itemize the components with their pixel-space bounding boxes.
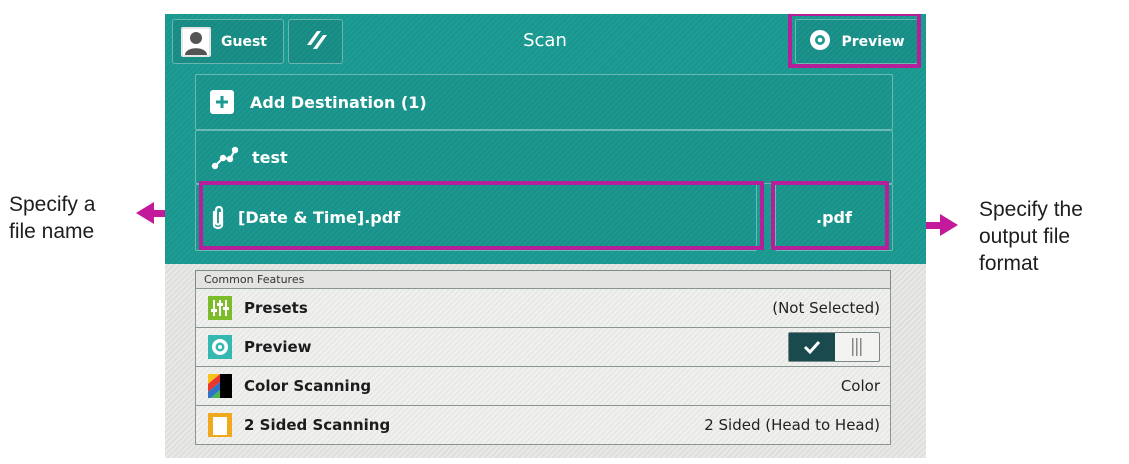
color-scanning-icon [208,374,232,398]
destination-name: test [252,147,288,167]
left-annotation-line2: file name [9,220,95,243]
color-scanning-row[interactable]: Color Scanning Color [195,366,891,406]
destination-network-icon [210,143,239,171]
toggle-check-icon [789,333,835,361]
presets-value: (Not Selected) [772,299,880,317]
add-plus-icon [210,90,234,114]
color-scanning-value: Color [840,377,880,395]
right-arrow-head [940,214,958,236]
preview-label: Preview [244,338,312,356]
reset-slash-icon [301,25,331,59]
file-name-highlight-box [199,181,764,250]
toggle-grip-icon [835,333,879,361]
right-annotation-line3: format [979,252,1039,275]
right-annotation-line1: Specify the [979,198,1083,221]
page-title: Scan [523,30,567,51]
presets-label: Presets [244,299,308,317]
preview-highlight-box [788,14,921,68]
preview-row[interactable]: Preview [195,327,891,367]
color-scanning-label: Color Scanning [244,377,372,395]
common-features-title: Common Features [195,270,891,288]
add-destination-row[interactable]: Add Destination (1) [195,74,893,130]
common-features-panel: Common Features Presets (Not Selected) P… [195,270,891,458]
right-annotation-line2: output file [979,225,1071,248]
right-annotation-text: Specify the output file format [979,196,1119,277]
two-sided-scanning-label: 2 Sided Scanning [244,416,391,434]
reset-button[interactable] [288,19,343,64]
left-annotation-text: Specify a file name [9,191,139,245]
preview-toggle[interactable] [788,332,880,362]
left-annotation-line1: Specify a [9,193,96,216]
scan-screen: Guest Scan Preview Add Destination (1) t… [165,14,926,458]
file-format-highlight-box [771,181,889,250]
preview-eye-icon [208,335,232,359]
two-sided-scanning-value: 2 Sided (Head to Head) [704,416,880,434]
add-destination-label: Add Destination (1) [250,92,427,112]
guest-user-button[interactable]: Guest [172,19,284,64]
guest-label: Guest [221,33,267,50]
user-avatar-icon [181,26,211,57]
two-sided-scanning-icon [208,413,232,437]
two-sided-scanning-row[interactable]: 2 Sided Scanning 2 Sided (Head to Head) [195,405,891,445]
presets-row[interactable]: Presets (Not Selected) [195,288,891,328]
presets-icon [208,296,232,320]
destination-row-test[interactable]: test [195,130,893,184]
